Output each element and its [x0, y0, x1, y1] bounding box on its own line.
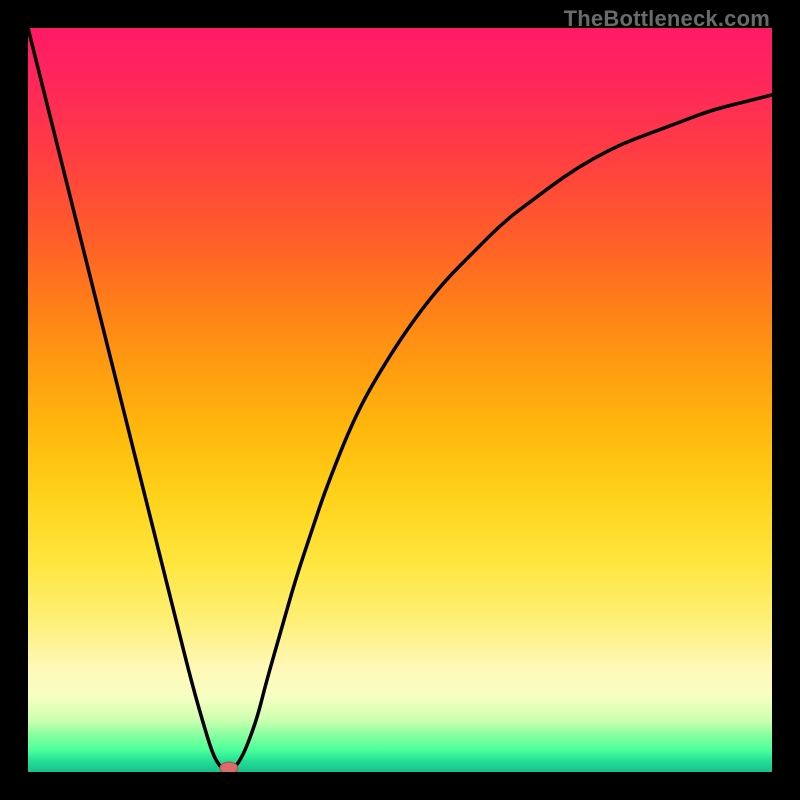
- bottleneck-curve-svg: [28, 28, 772, 772]
- bottleneck-curve-line: [28, 28, 772, 771]
- chart-frame: TheBottleneck.com: [0, 0, 800, 800]
- watermark-label: TheBottleneck.com: [564, 6, 770, 32]
- plot-area: [28, 28, 772, 772]
- optimum-marker: [220, 762, 238, 772]
